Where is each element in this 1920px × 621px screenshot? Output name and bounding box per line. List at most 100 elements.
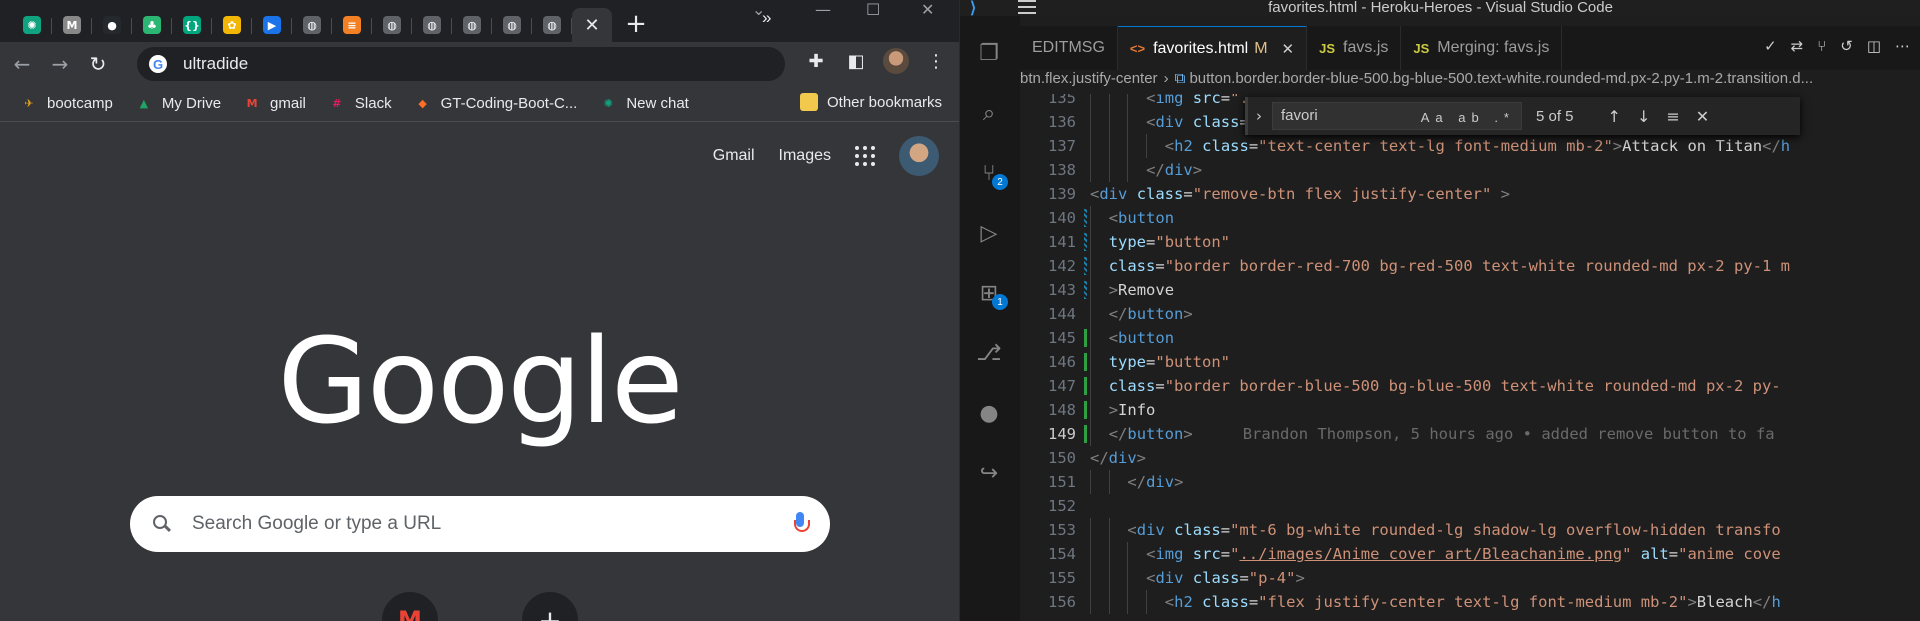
arrow-down-icon[interactable]: ↓ bbox=[1637, 107, 1650, 126]
bookmark-item[interactable]: ✈ bootcamp bbox=[20, 95, 112, 113]
breadcrumb-item[interactable]: button.border.border-blue-500.bg-blue-50… bbox=[1189, 70, 1813, 87]
side-panel-icon[interactable]: ◧ bbox=[843, 48, 869, 74]
toggle-replace-icon[interactable]: › bbox=[1256, 107, 1262, 125]
find-input[interactable]: favori Aa ab .* bbox=[1272, 102, 1522, 130]
bookmark-item[interactable]: Mgmail bbox=[243, 95, 306, 113]
other-bookmarks-label: Other bookmarks bbox=[827, 93, 943, 111]
code-token: = bbox=[1248, 137, 1259, 155]
vscode-window: ⟩ favorites.html - Heroku-Heroes - Visua… bbox=[959, 0, 1920, 621]
code-token: "remove-btn flex justify-center" bbox=[1192, 185, 1492, 203]
code-token: </ bbox=[1090, 449, 1109, 467]
browser-tab[interactable]: ▶ bbox=[252, 8, 292, 42]
find-query: favori bbox=[1281, 107, 1318, 124]
check-icon[interactable]: ✓ bbox=[1764, 37, 1777, 55]
editor-tab[interactable]: JS Merging: favs.js bbox=[1401, 26, 1563, 70]
close-icon[interactable]: ✕ bbox=[1282, 40, 1295, 58]
minimize-icon[interactable]: — bbox=[815, 0, 831, 20]
browser-tab[interactable]: ✺ bbox=[12, 8, 52, 42]
browser-tab[interactable]: ◍ bbox=[492, 8, 532, 42]
find-options[interactable]: Aa ab .* bbox=[1421, 105, 1515, 131]
extensions-icon[interactable]: ✚ bbox=[803, 48, 829, 74]
browser-tab-active[interactable]: ✕ bbox=[572, 8, 612, 42]
images-link[interactable]: Images bbox=[779, 147, 831, 165]
maximize-icon[interactable]: ☐ bbox=[866, 0, 880, 20]
indent-guide bbox=[1108, 110, 1110, 134]
close-icon[interactable]: ✕ bbox=[1696, 107, 1709, 126]
branch-icon[interactable]: ⑂ bbox=[1817, 37, 1826, 55]
editor-tab[interactable]: <> favorites.html M ✕ bbox=[1117, 26, 1308, 70]
browser-tab[interactable]: ◍ bbox=[452, 8, 492, 42]
browser-tab[interactable]: ✿ bbox=[212, 8, 252, 42]
reload-icon[interactable]: ↻ bbox=[82, 48, 114, 80]
ntp-header-links: Gmail Images bbox=[689, 136, 939, 176]
browser-tab[interactable]: ● bbox=[92, 8, 132, 42]
account-avatar[interactable] bbox=[899, 136, 939, 176]
code-token: img bbox=[1155, 545, 1184, 563]
run-debug-icon[interactable]: ▷ bbox=[974, 218, 1004, 248]
extensions-icon[interactable]: ⊞ 1 bbox=[974, 278, 1008, 310]
line-number: 145 bbox=[1048, 329, 1076, 347]
apps-grid-icon[interactable] bbox=[855, 146, 875, 166]
browser-tab[interactable]: ≡ bbox=[332, 8, 372, 42]
ntp-search-box[interactable]: Search Google or type a URL bbox=[130, 496, 830, 552]
gmail-shortcut[interactable]: M bbox=[382, 592, 438, 621]
code-token: Bleach bbox=[1696, 593, 1753, 611]
microphone-icon[interactable] bbox=[794, 512, 810, 536]
indent-guide bbox=[1127, 94, 1129, 110]
live-share-icon[interactable]: ↪ bbox=[974, 458, 1004, 488]
other-bookmarks[interactable]: Other bookmarks bbox=[800, 93, 942, 111]
more-actions-icon[interactable]: ⋯ bbox=[1895, 37, 1910, 55]
bookmark-item[interactable]: ✺ New chat bbox=[599, 95, 689, 113]
editor-tab[interactable]: JS favs.js bbox=[1307, 26, 1402, 70]
github-icon[interactable]: ● bbox=[974, 398, 1004, 428]
more-menu-icon[interactable]: ⋮ bbox=[923, 48, 949, 74]
split-editor-icon[interactable]: ◫ bbox=[1867, 37, 1881, 55]
bookmark-item[interactable]: # Slack bbox=[328, 95, 391, 113]
code-text: <h2 class="flex justify-center text-lg f… bbox=[1165, 590, 1781, 614]
browser-tab[interactable]: ♣ bbox=[132, 8, 172, 42]
search-placeholder: Search Google or type a URL bbox=[192, 513, 442, 534]
code-editor[interactable]: 135<img src="..136<div class="137<h2 cla… bbox=[1020, 94, 1860, 621]
add-shortcut-button[interactable]: + bbox=[522, 592, 578, 621]
editor-tab[interactable]: EDITMSG bbox=[1020, 26, 1118, 70]
gmail-link[interactable]: Gmail bbox=[713, 147, 755, 165]
git-graph-icon[interactable]: ⎇ bbox=[974, 338, 1004, 368]
browser-tab[interactable]: ◍ bbox=[372, 8, 412, 42]
line-number: 153 bbox=[1048, 521, 1076, 539]
code-text: type="button" bbox=[1109, 350, 1230, 374]
breadcrumb-item[interactable]: btn.flex.justify-center bbox=[1020, 70, 1158, 87]
compare-icon[interactable]: ⇄ bbox=[1791, 37, 1804, 55]
address-bar-text[interactable]: ultradide bbox=[183, 54, 248, 74]
profile-avatar[interactable] bbox=[883, 48, 909, 74]
browser-tab[interactable]: ◍ bbox=[292, 8, 332, 42]
browser-tab[interactable]: {} bbox=[172, 8, 212, 42]
close-window-icon[interactable]: ✕ bbox=[921, 0, 934, 20]
close-icon[interactable]: ✕ bbox=[584, 15, 599, 36]
bootcamp-icon: ✈ bbox=[24, 97, 34, 110]
source-control-icon[interactable]: ⑂ 2 bbox=[974, 158, 1008, 190]
browser-tab[interactable]: M bbox=[52, 8, 92, 42]
indent-guide bbox=[1090, 254, 1091, 278]
search-icon[interactable]: ⌕ bbox=[974, 98, 1004, 128]
bookmark-item[interactable]: ◆ GT-Coding-Boot-C... bbox=[414, 95, 577, 113]
code-line: 156 <h2 class="flex justify-center text-l… bbox=[1020, 590, 1860, 614]
address-bar[interactable]: G ultradide bbox=[137, 47, 785, 81]
back-icon[interactable]: ← bbox=[6, 48, 38, 80]
line-number: 136 bbox=[1048, 113, 1076, 131]
bookmarks-overflow-button[interactable]: » bbox=[762, 8, 771, 28]
find-in-selection-icon[interactable]: ≡ bbox=[1666, 107, 1679, 126]
bookmark-item[interactable]: ▲ My Drive bbox=[135, 95, 221, 113]
explorer-icon[interactable]: ❐ bbox=[974, 38, 1004, 68]
arrow-up-icon[interactable]: ↑ bbox=[1608, 107, 1621, 126]
forward-icon[interactable]: → bbox=[44, 48, 76, 80]
plus-icon[interactable]: + bbox=[618, 6, 654, 42]
indent-guide bbox=[1108, 158, 1110, 182]
code-token: > bbox=[1183, 425, 1193, 443]
code-token: "border border-blue-500 bg-blue-500 text… bbox=[1164, 377, 1781, 395]
code-line: 145 <button bbox=[1020, 326, 1860, 350]
browser-tab[interactable]: ◍ bbox=[412, 8, 452, 42]
code-token: = bbox=[1668, 545, 1679, 563]
history-icon[interactable]: ↺ bbox=[1840, 37, 1853, 55]
browser-tab[interactable]: ◍ bbox=[532, 8, 572, 42]
